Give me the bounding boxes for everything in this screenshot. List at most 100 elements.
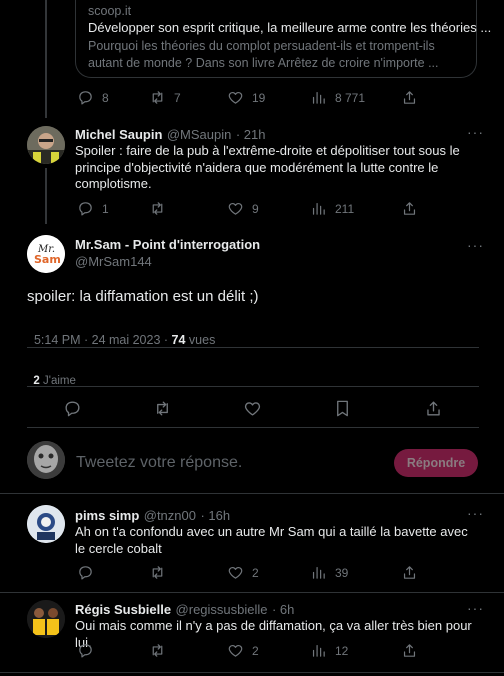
- action-bar-michel: 1 9 211: [77, 200, 477, 218]
- avatar[interactable]: [27, 126, 65, 164]
- share-action[interactable]: [401, 642, 418, 659]
- divider: [27, 427, 479, 428]
- tweet-time[interactable]: · 16h: [200, 508, 230, 523]
- reply-action[interactable]: 1: [77, 200, 109, 217]
- tweet-timestamp: 5:14 PM · 24 mai 2023 · 74 vues: [27, 319, 215, 347]
- share-icon: [403, 91, 416, 104]
- user-handle[interactable]: @tnzn00: [144, 508, 196, 523]
- view-label: vues: [185, 333, 216, 347]
- retweet-action[interactable]: 7: [149, 89, 181, 106]
- retweet-action[interactable]: [149, 642, 174, 659]
- tweet-time[interactable]: · 21h: [236, 127, 266, 142]
- retweet-action[interactable]: [149, 564, 174, 581]
- avatar[interactable]: [27, 441, 65, 479]
- heart-icon[interactable]: [243, 399, 262, 418]
- like-count: 2: [252, 643, 259, 658]
- like-count: 9: [252, 201, 259, 216]
- reply-icon[interactable]: [63, 399, 82, 418]
- user-handle[interactable]: @MSaupin: [167, 127, 232, 142]
- tweet-text: Ah on t'a confondu avec un autre Mr Sam …: [75, 524, 468, 556]
- share-action[interactable]: [401, 200, 418, 217]
- views-icon: [312, 91, 325, 104]
- main-tweet-text: spoiler: la diffamation est un délit ;): [27, 288, 259, 305]
- action-bar-pims: 2 39: [77, 564, 477, 582]
- more-options-icon[interactable]: ···: [467, 124, 484, 140]
- display-name[interactable]: pims simp: [75, 508, 139, 523]
- divider: [0, 672, 504, 673]
- reply-action[interactable]: [77, 642, 102, 659]
- user-handle[interactable]: @regissusbielle: [176, 602, 268, 617]
- avatar[interactable]: Mr. Sam: [27, 235, 65, 273]
- likes-summary[interactable]: 2 J'aime: [27, 363, 75, 387]
- display-name[interactable]: Michel Saupin: [75, 127, 162, 142]
- more-options-icon[interactable]: ···: [467, 237, 484, 253]
- like-count: 19: [252, 90, 266, 105]
- divider: [27, 347, 479, 348]
- reply-icon: [79, 566, 92, 580]
- views-action[interactable]: 12: [310, 642, 348, 659]
- reply-count: 8: [102, 90, 109, 105]
- views-action[interactable]: 211: [310, 200, 354, 217]
- like-action[interactable]: 19: [227, 89, 265, 106]
- retweet-icon: [152, 202, 163, 215]
- retweet-icon: [152, 644, 163, 657]
- like-action[interactable]: 9: [227, 200, 259, 217]
- retweet-icon: [152, 91, 163, 104]
- retweet-icon[interactable]: [153, 399, 172, 418]
- share-action[interactable]: [401, 89, 418, 106]
- share-icon: [403, 566, 416, 579]
- like-count: 2: [252, 565, 259, 580]
- card-description: Pourquoi les théories du complot persuad…: [88, 39, 439, 70]
- tweet-header: Régis Susbielle @regissusbielle · 6h: [75, 601, 294, 619]
- link-preview-card[interactable]: scoop.it Développer son esprit critique,…: [75, 0, 491, 78]
- thread-line-top: [45, 0, 47, 118]
- tweet-header: Michel Saupin @MSaupin · 21h: [75, 126, 265, 144]
- views-action[interactable]: 8 771: [310, 89, 365, 106]
- thread-line-michel: [45, 168, 47, 224]
- display-name[interactable]: Régis Susbielle: [75, 602, 171, 617]
- retweet-count: 7: [174, 90, 181, 105]
- user-handle[interactable]: @MrSam144: [75, 254, 152, 269]
- timestamp-text[interactable]: 5:14 PM · 24 mai 2023 ·: [34, 333, 172, 347]
- tweet-header: pims simp @tnzn00 · 16h: [75, 507, 230, 525]
- views-count: 211: [335, 201, 355, 216]
- views-count: 8 771: [335, 90, 366, 105]
- reply-count: 1: [102, 201, 109, 216]
- heart-icon: [228, 202, 243, 215]
- avatar[interactable]: [27, 600, 65, 638]
- bookmark-icon[interactable]: [333, 399, 352, 418]
- like-action[interactable]: 2: [227, 564, 259, 581]
- tweet-time[interactable]: · 6h: [272, 602, 294, 617]
- reply-input[interactable]: Tweetez votre réponse.: [76, 454, 242, 472]
- mrsam-logo: Mr. Sam: [27, 235, 65, 273]
- reply-button[interactable]: Répondre: [394, 449, 478, 477]
- more-options-icon[interactable]: ···: [467, 600, 484, 616]
- share-icon: [403, 202, 416, 215]
- more-options-icon[interactable]: ···: [467, 505, 484, 521]
- card-title: Développer son esprit critique, la meill…: [88, 20, 492, 35]
- user-avatar-regis: [27, 600, 65, 638]
- divider: [0, 493, 504, 494]
- retweet-action[interactable]: [149, 200, 174, 217]
- action-bar-top: 8 7 19 8 771: [77, 89, 477, 107]
- heart-icon: [228, 91, 243, 104]
- share-icon[interactable]: [424, 399, 443, 418]
- heart-icon: [228, 566, 243, 579]
- display-name[interactable]: Mr.Sam - Point d'interrogation: [75, 237, 260, 252]
- share-icon: [403, 644, 416, 657]
- divider: [0, 592, 504, 593]
- tweet-text: Spoiler : faire de la pub à l'extrême-dr…: [75, 143, 460, 191]
- action-bar-regis: 2 12: [77, 642, 477, 660]
- reply-action[interactable]: [77, 564, 102, 581]
- reply-action[interactable]: 8: [77, 89, 109, 106]
- user-avatar-pims: [27, 505, 65, 543]
- views-count: 12: [335, 643, 349, 658]
- avatar[interactable]: [27, 505, 65, 543]
- share-action[interactable]: [401, 564, 418, 581]
- own-avatar: [27, 441, 65, 479]
- views-action[interactable]: 39: [310, 564, 348, 581]
- like-action[interactable]: 2: [227, 642, 259, 659]
- svg-text:Sam: Sam: [34, 253, 61, 266]
- views-icon: [312, 202, 325, 215]
- user-avatar-michel: [27, 126, 65, 164]
